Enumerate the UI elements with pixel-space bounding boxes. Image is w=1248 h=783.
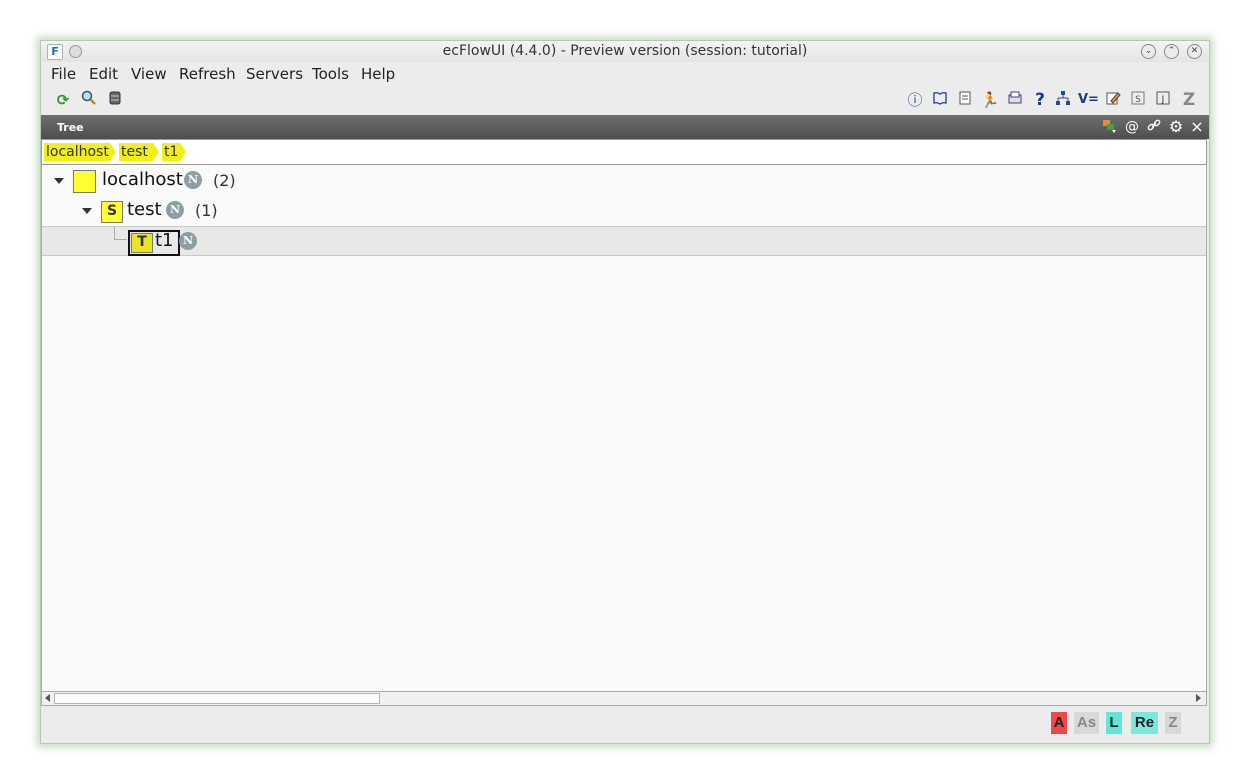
status-badge-restarted[interactable]: Re	[1131, 712, 1158, 734]
tree-row-server[interactable]: localhost N (2)	[42, 166, 1206, 196]
scroll-right-icon[interactable]	[1196, 694, 1201, 702]
node-count: (2)	[213, 171, 236, 190]
suite-name: test	[127, 199, 162, 220]
breadcrumb-item-server[interactable]: localhost	[44, 143, 110, 161]
panel-header: Tree @ ⚙ ×	[41, 115, 1209, 139]
search-icon[interactable]	[79, 90, 99, 110]
breadcrumb: localhost test t1	[41, 139, 1207, 165]
status-badge-aborted-submitted[interactable]: As	[1074, 712, 1099, 734]
n-badge-icon: N	[184, 171, 202, 189]
maximize-button[interactable]: ⌃	[1164, 44, 1179, 59]
menu-bar: File Edit View Refresh Servers Tools Hel…	[41, 63, 1209, 85]
breadcrumb-separator	[180, 143, 186, 161]
window-title: ecFlowUI (4.4.0) - Preview version (sess…	[442, 43, 808, 59]
status-badge-zombie[interactable]: Z	[1165, 712, 1181, 734]
minimize-button[interactable]: ⌄	[1141, 44, 1156, 59]
job-icon[interactable]: J	[1153, 90, 1173, 110]
menu-servers[interactable]: Servers	[246, 65, 303, 83]
status-badge-aborted[interactable]: A	[1051, 712, 1067, 734]
scrollbar-thumb[interactable]	[54, 693, 380, 704]
n-badge-icon: N	[166, 201, 184, 219]
scroll-left-icon[interactable]	[45, 694, 50, 702]
tree-connector	[114, 227, 127, 240]
expand-arrow-icon[interactable]	[54, 178, 64, 184]
task-name: t1	[155, 230, 174, 251]
help-icon[interactable]: ?	[1030, 90, 1050, 110]
script-icon[interactable]	[955, 90, 975, 110]
node-count: (1)	[195, 201, 218, 220]
at-icon[interactable]: @	[1123, 118, 1141, 136]
suite-letter: S	[106, 203, 118, 219]
horizontal-scrollbar[interactable]	[41, 691, 1207, 706]
menu-edit[interactable]: Edit	[89, 65, 118, 83]
menu-refresh[interactable]: Refresh	[179, 65, 236, 83]
tree-row-suite[interactable]: S test N (1)	[42, 196, 1206, 226]
gear-icon[interactable]: ⚙	[1167, 118, 1185, 136]
close-window-button[interactable]: ✕	[1187, 44, 1202, 59]
menu-tools[interactable]: Tools	[312, 65, 349, 83]
close-icon[interactable]: ×	[1188, 118, 1206, 136]
book-icon[interactable]	[930, 90, 950, 110]
script-file-icon[interactable]: S	[1128, 90, 1148, 110]
panel-title: Tree	[57, 121, 84, 134]
server-node-icon	[73, 170, 96, 193]
output-icon[interactable]	[1005, 90, 1025, 110]
title-bar: F ecFlowUI (4.4.0) - Preview version (se…	[41, 41, 1209, 62]
zombie-icon[interactable]: Z	[1179, 90, 1199, 110]
expand-arrow-icon[interactable]	[82, 208, 92, 214]
breadcrumb-separator	[153, 143, 159, 161]
svg-text:J: J	[1161, 95, 1165, 105]
breadcrumb-item-suite[interactable]: test	[119, 143, 153, 161]
breadcrumb-item-task[interactable]: t1	[162, 143, 180, 161]
app-window: F ecFlowUI (4.4.0) - Preview version (se…	[40, 40, 1210, 744]
n-badge-icon: N	[179, 232, 197, 250]
server-icon[interactable]	[105, 90, 125, 110]
svg-text:S: S	[1135, 95, 1141, 105]
status-badge-late[interactable]: L	[1106, 712, 1122, 734]
status-bar: A As L Re Z	[41, 707, 1209, 743]
info-icon[interactable]: ⓘ	[905, 90, 925, 110]
main-toolbar: ⟳ ⓘ 🏃 ? V= S J Z	[41, 87, 1209, 113]
link-icon[interactable]	[1145, 118, 1163, 136]
server-name: localhost	[102, 169, 183, 190]
tree-icon[interactable]	[1053, 90, 1073, 110]
menu-help[interactable]: Help	[361, 65, 395, 83]
run-icon[interactable]: 🏃	[980, 90, 1000, 110]
tree-row-task[interactable]: T t1 N	[42, 226, 1206, 256]
refresh-icon[interactable]: ⟳	[53, 90, 73, 110]
menu-view[interactable]: View	[131, 65, 167, 83]
edit-icon[interactable]	[1103, 90, 1123, 110]
tree-view: localhost N (2) S test N (1) T t1 N	[41, 165, 1207, 691]
menu-file[interactable]: File	[51, 65, 76, 83]
breadcrumb-separator	[110, 143, 116, 161]
task-letter: T	[137, 234, 147, 250]
filter-icon[interactable]	[1101, 118, 1119, 136]
variables-icon[interactable]: V=	[1078, 90, 1099, 110]
